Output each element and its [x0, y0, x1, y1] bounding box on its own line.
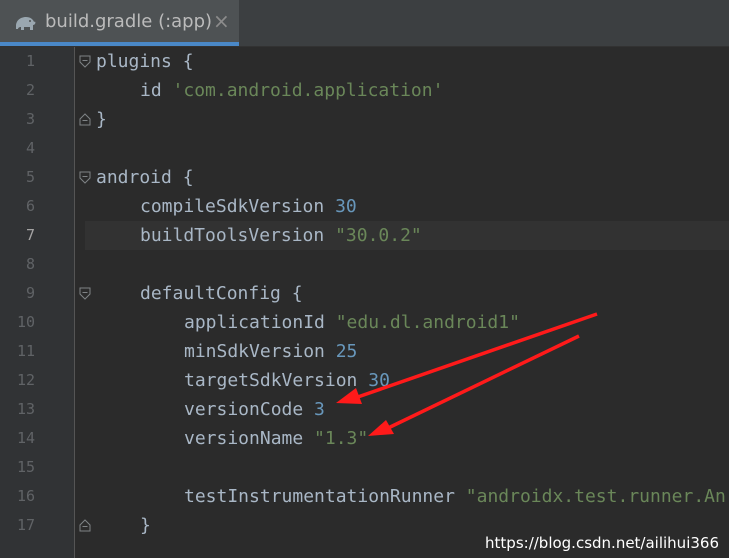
code-line[interactable]: 7 buildToolsVersion "30.0.2" — [0, 221, 729, 250]
fold-end-icon[interactable] — [79, 113, 91, 126]
code-token: targetSdkVersion — [184, 370, 369, 391]
code-text: defaultConfig { — [140, 279, 303, 308]
string-literal: "30.0.2" — [335, 225, 422, 246]
code-line[interactable]: 11 minSdkVersion 25 — [0, 337, 729, 366]
code-text: targetSdkVersion 30 — [184, 366, 390, 395]
code-text: minSdkVersion 25 — [184, 337, 357, 366]
line-number: 2 — [25, 81, 35, 99]
code-text: testInstrumentationRunner "androidx.test… — [184, 482, 726, 511]
code-token: plugins { — [96, 51, 194, 72]
active-tab-indicator — [0, 42, 239, 46]
code-line[interactable]: 16 testInstrumentationRunner "androidx.te… — [0, 482, 729, 511]
code-line[interactable]: 1 plugins { — [0, 47, 729, 76]
number-literal: 30 — [335, 196, 357, 217]
line-number: 5 — [25, 168, 35, 186]
code-token: applicationId — [184, 312, 336, 333]
line-number: 6 — [25, 197, 35, 215]
tab-build-gradle-app[interactable]: build.gradle (:app) × — [0, 0, 239, 46]
code-line[interactable]: 3} — [0, 105, 729, 134]
code-text: plugins { — [96, 47, 194, 76]
code-line[interactable]: 9 defaultConfig { — [0, 279, 729, 308]
code-token: defaultConfig { — [140, 283, 303, 304]
line-number: 17 — [16, 516, 35, 534]
code-line[interactable]: 13 versionCode 3 — [0, 395, 729, 424]
code-line[interactable]: 12 targetSdkVersion 30 — [0, 366, 729, 395]
tab-title: build.gradle (:app) — [45, 11, 213, 32]
editor-tab-bar: build.gradle (:app) × — [0, 0, 729, 47]
string-literal: "edu.dl.android1" — [335, 312, 520, 333]
code-line[interactable]: 14 versionName "1.3" — [0, 424, 729, 453]
code-text: applicationId "edu.dl.android1" — [184, 308, 520, 337]
code-token: android { — [96, 167, 194, 188]
code-token: id — [140, 80, 173, 101]
code-text: compileSdkVersion 30 — [140, 192, 357, 221]
code-text: versionCode 3 — [184, 395, 325, 424]
code-text: android { — [96, 163, 194, 192]
line-number: 14 — [16, 429, 35, 447]
line-number: 10 — [16, 313, 35, 331]
code-line[interactable]: 8 — [0, 250, 729, 279]
code-line[interactable]: 5 android { — [0, 163, 729, 192]
code-token: buildToolsVersion — [140, 225, 336, 246]
code-line[interactable]: 4 — [0, 134, 729, 163]
line-number: 11 — [16, 342, 35, 360]
line-number: 12 — [16, 371, 35, 389]
code-line[interactable]: 6 compileSdkVersion 30 — [0, 192, 729, 221]
code-token: minSdkVersion — [184, 341, 336, 362]
string-literal: "1.3" — [314, 428, 369, 449]
code-token: } — [96, 109, 107, 130]
code-text: id 'com.android.application' — [140, 76, 443, 105]
line-number: 15 — [16, 458, 35, 476]
code-token: testInstrumentationRunner — [184, 486, 466, 507]
string-literal: 'com.android.application' — [172, 80, 444, 101]
code-text: } — [140, 511, 151, 540]
code-line[interactable]: 2 id 'com.android.application' — [0, 76, 729, 105]
fold-start-icon[interactable] — [79, 171, 91, 184]
close-tab-button[interactable]: × — [213, 9, 230, 33]
line-number: 7 — [25, 226, 35, 244]
line-number: 8 — [25, 255, 35, 273]
code-line[interactable]: 15 — [0, 453, 729, 482]
number-literal: 25 — [335, 341, 358, 362]
code-token: } — [140, 515, 151, 536]
code-text: versionName "1.3" — [184, 424, 368, 453]
fold-start-icon[interactable] — [79, 55, 91, 68]
code-editor[interactable]: 1 plugins {2 id 'com.android.application' 3… — [0, 47, 729, 558]
fold-end-icon[interactable] — [79, 519, 91, 532]
code-token: versionCode — [184, 399, 315, 420]
number-literal: 30 — [368, 370, 390, 391]
fold-start-icon[interactable] — [79, 287, 91, 300]
line-number: 9 — [25, 284, 35, 302]
code-token: versionName — [184, 428, 315, 449]
gradle-elephant-icon — [16, 17, 36, 30]
line-number: 16 — [16, 487, 35, 505]
code-token: compileSdkVersion — [140, 196, 336, 217]
code-line[interactable]: 10 applicationId "edu.dl.android1" — [0, 308, 729, 337]
line-number: 4 — [25, 139, 35, 157]
watermark-url: https://blog.csdn.net/ailihui366 — [485, 534, 719, 552]
code-text: buildToolsVersion "30.0.2" — [140, 221, 422, 250]
line-number: 1 — [25, 52, 35, 70]
line-number: 3 — [25, 110, 35, 128]
string-literal: "androidx.test.runner.An — [465, 486, 726, 507]
number-literal: 3 — [314, 399, 325, 420]
code-text: } — [96, 105, 107, 134]
line-number: 13 — [16, 400, 35, 418]
